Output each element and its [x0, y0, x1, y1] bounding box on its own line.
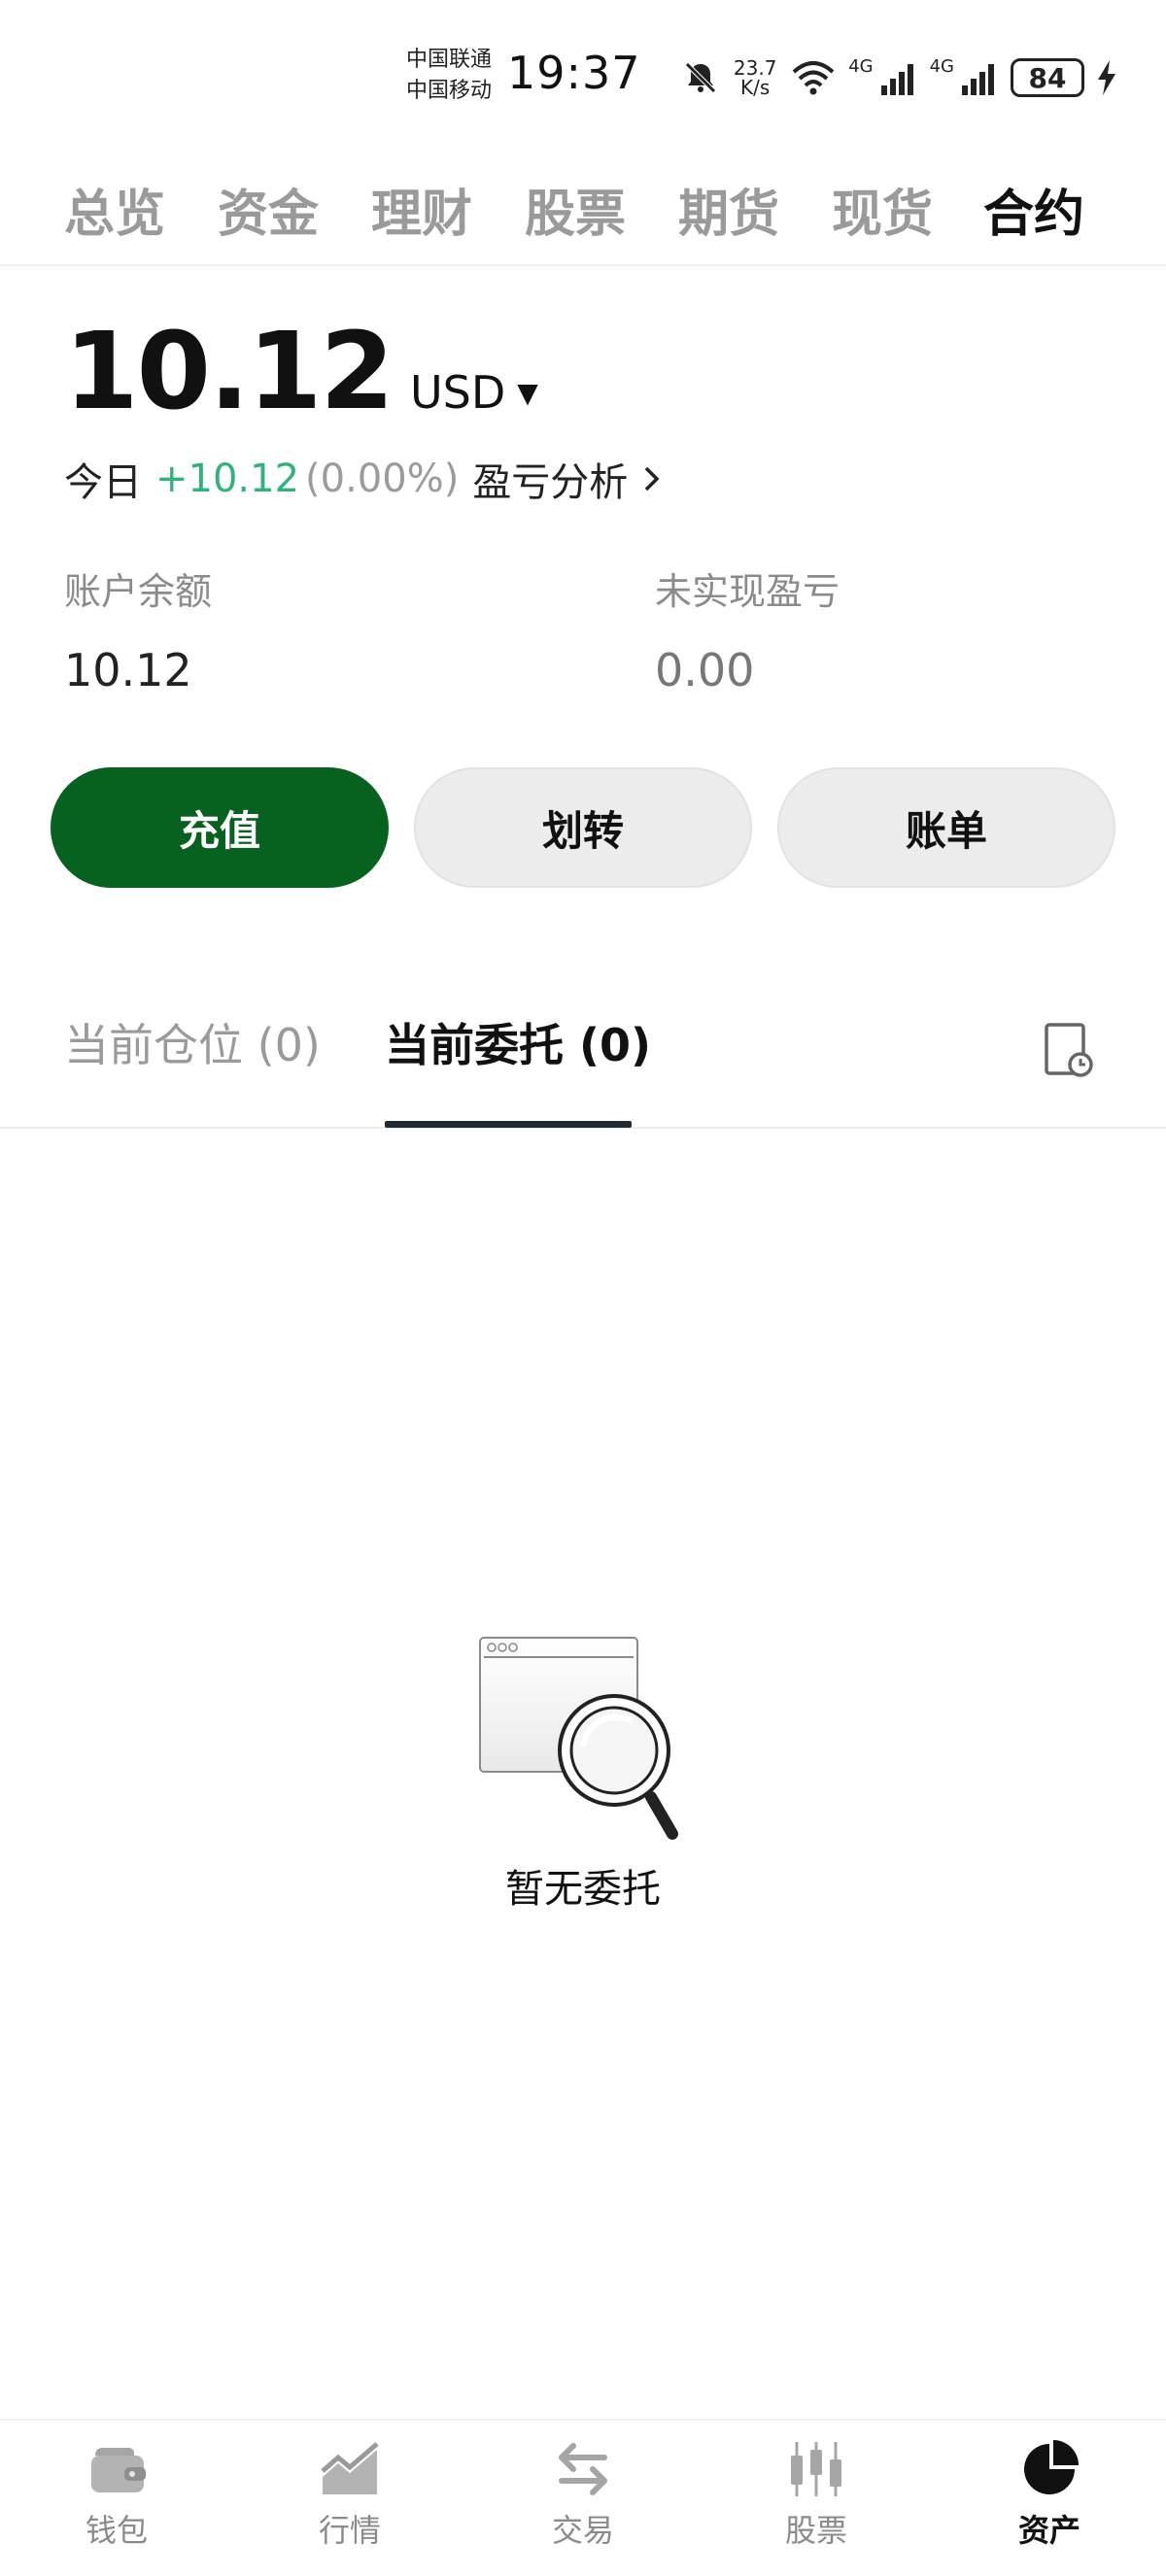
unrealized-value: 0.00 — [655, 644, 755, 696]
pnl-analysis-link[interactable]: 盈亏分析 — [472, 451, 628, 507]
today-label: 今日 — [64, 460, 142, 505]
unrealized-pnl: 未实现盈亏 0.00 — [655, 561, 840, 696]
charging-bolt-icon — [1098, 60, 1115, 95]
wallet-icon — [91, 2448, 146, 2492]
today-pnl-row: 今日 +10.12 (0.00%) 盈亏分析 — [64, 451, 663, 507]
carrier-2: 中国移动 — [406, 79, 493, 103]
today-pnl-value: +10.12 — [155, 457, 300, 501]
tab-spot[interactable]: 现货 — [832, 173, 933, 246]
nav-stocks-label: 股票 — [784, 2512, 847, 2549]
nav-trade-label: 交易 — [551, 2512, 614, 2549]
signal-icon-1 — [880, 64, 913, 95]
nav-assets[interactable]: 资产 — [972, 2438, 1127, 2574]
total-amount: 10.12 — [64, 309, 394, 433]
caret-down-icon[interactable]: ▼ — [517, 377, 538, 409]
bill-button[interactable]: 账单 — [777, 767, 1115, 888]
market-chart-icon — [321, 2442, 379, 2494]
signal-label-1: 4G — [848, 55, 874, 77]
tab-contracts[interactable]: 合约 — [983, 173, 1084, 246]
transfer-button[interactable]: 划转 — [414, 767, 752, 888]
currency-selector[interactable]: USD — [410, 366, 505, 419]
total-asset-row: 10.12 USD ▼ — [64, 309, 538, 433]
bell-muted-icon — [685, 62, 716, 93]
orders-tabs: 当前仓位 (0) 当前委托 (0) — [0, 971, 1166, 1129]
empty-search-illustration-icon — [479, 1637, 678, 1840]
tab-wealth[interactable]: 理财 — [371, 173, 472, 246]
active-tab-indicator — [385, 1121, 632, 1128]
balance-value: 10.12 — [64, 644, 192, 696]
tab-stocks[interactable]: 股票 — [525, 173, 626, 246]
carrier-info: 中国联通 中国移动 — [406, 45, 492, 107]
nav-trade[interactable]: 交易 — [505, 2438, 661, 2574]
candlestick-icon — [791, 2442, 841, 2496]
nav-market-label: 行情 — [318, 2512, 381, 2549]
balance-label: 账户余额 — [64, 570, 213, 613]
status-icons: 23.7 K/s 4G 4G 84 — [681, 49, 1117, 107]
net-speed: 23.7 K/s — [733, 56, 777, 99]
nav-market[interactable]: 行情 — [272, 2438, 428, 2574]
account-balance: 账户余额 10.12 — [64, 561, 212, 696]
signal-icon-2 — [962, 64, 994, 95]
tab-current-orders[interactable]: 当前委托 (0) — [385, 1010, 651, 1074]
deposit-button[interactable]: 充值 — [51, 767, 389, 888]
empty-state-text: 暂无委托 — [505, 1867, 661, 1912]
nav-assets-label: 资产 — [1017, 2512, 1080, 2549]
pie-chart-icon — [1024, 2440, 1079, 2494]
signal-label-2: 4G — [929, 55, 954, 77]
status-bar: 中国联通 中国移动 19:37 23.7 K/s 4G 4G 84 — [0, 0, 1166, 146]
unrealized-label: 未实现盈亏 — [655, 570, 840, 613]
nav-wallet[interactable]: 钱包 — [39, 2438, 194, 2574]
nav-stocks[interactable]: 股票 — [738, 2438, 894, 2574]
order-history-icon[interactable] — [1044, 1022, 1094, 1078]
clock: 19:37 — [507, 47, 641, 99]
today-pnl-percent: (0.00%) — [305, 457, 460, 501]
swap-arrows-icon — [559, 2443, 607, 2495]
tab-funds[interactable]: 资金 — [218, 173, 319, 246]
battery-indicator: 84 — [1011, 58, 1084, 97]
nav-wallet-label: 钱包 — [85, 2512, 148, 2549]
bottom-navigation: 钱包 行情 交易 股票 资产 — [0, 2419, 1166, 2576]
tab-overview[interactable]: 总览 — [64, 173, 165, 246]
tab-futures[interactable]: 期货 — [678, 173, 779, 246]
chevron-right-icon[interactable] — [641, 462, 663, 495]
wifi-icon — [792, 61, 835, 95]
account-type-tabs: 总览 资金 理财 股票 期货 现货 合约 — [0, 146, 1166, 266]
carrier-1: 中国联通 — [406, 48, 493, 72]
tab-current-positions[interactable]: 当前仓位 (0) — [64, 1010, 321, 1074]
